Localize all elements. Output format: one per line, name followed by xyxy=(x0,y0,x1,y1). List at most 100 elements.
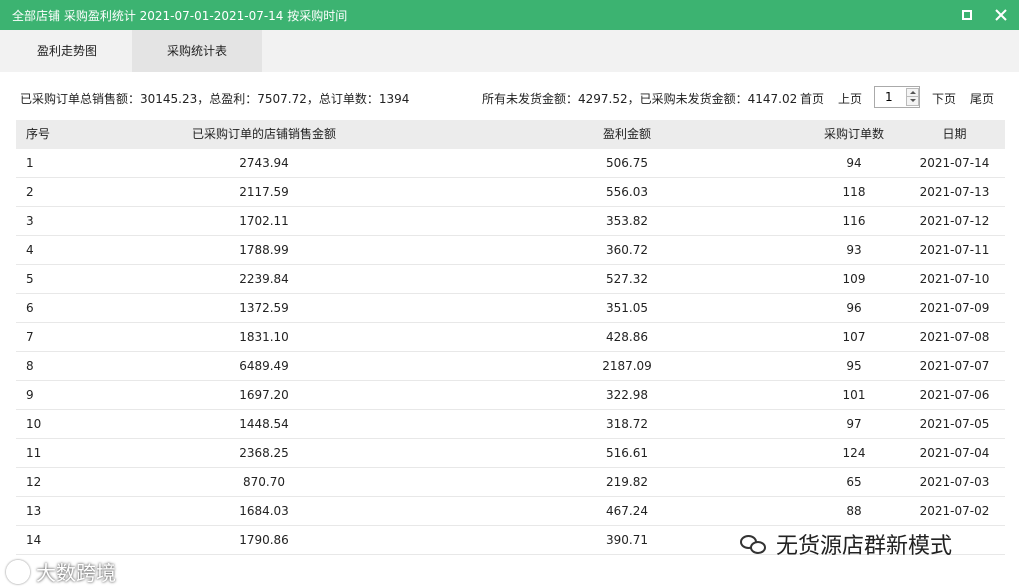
cell-profit: 360.72 xyxy=(606,243,648,257)
cell-index: 9 xyxy=(26,388,34,402)
cell-profit: 322.98 xyxy=(606,388,648,402)
cell-index: 5 xyxy=(26,272,34,286)
watermark-wechat-text: 无货源店群新模式 xyxy=(776,534,953,559)
maximize-button[interactable] xyxy=(957,5,977,25)
tab-profit-trend[interactable]: 盈利走势图 xyxy=(2,30,132,72)
cell-sales: 1702.11 xyxy=(239,214,289,228)
cell-date: 2021-07-14 xyxy=(919,156,990,170)
cell-sales: 870.70 xyxy=(243,475,285,489)
cell-date: 2021-07-07 xyxy=(919,359,990,373)
cell-orders: 95 xyxy=(846,359,862,373)
cell-sales: 2239.84 xyxy=(239,272,289,286)
cell-orders: 101 xyxy=(842,388,866,402)
cell-profit: 556.03 xyxy=(606,185,648,199)
spin-up-icon[interactable] xyxy=(906,88,919,97)
stats-panel: 已采购订单总销售额：30145.23，总盈利：7507.72，总订单数：1394… xyxy=(0,72,1019,587)
cell-sales: 1788.99 xyxy=(239,243,289,257)
cell-profit: 351.05 xyxy=(606,301,648,315)
cell-index: 4 xyxy=(26,243,34,257)
watermark-wechat: 无货源店群新模式 xyxy=(740,528,952,560)
last-page-link[interactable]: 尾页 xyxy=(970,90,994,107)
cell-index: 8 xyxy=(26,359,34,373)
cell-sales: 1372.59 xyxy=(239,301,289,315)
table-row[interactable]: 9 1697.20 322.98 101 2021-07-06 xyxy=(16,381,1005,410)
header-order-count[interactable]: 采购订单数 xyxy=(804,120,904,149)
cell-index: 1 xyxy=(26,156,34,170)
cell-sales: 1790.86 xyxy=(239,533,289,547)
cell-orders: 96 xyxy=(846,301,862,315)
summary-totals: 已采购订单总销售额：30145.23，总盈利：7507.72，总订单数：1394 xyxy=(20,92,410,106)
cell-orders: 94 xyxy=(846,156,862,170)
cell-orders: 88 xyxy=(846,504,862,518)
cell-sales: 2368.25 xyxy=(239,446,289,460)
tab-bar: 盈利走势图 采购统计表 xyxy=(0,30,1019,72)
first-page-link[interactable]: 首页 xyxy=(800,90,824,107)
close-icon xyxy=(995,9,1007,21)
window-titlebar: 全部店铺 采购盈利统计 2021-07-01-2021-07-14 按采购时间 xyxy=(0,0,1019,30)
table-row[interactable]: 13 1684.03 467.24 88 2021-07-02 xyxy=(16,497,1005,526)
cell-sales: 1831.10 xyxy=(239,330,289,344)
cell-sales: 1448.54 xyxy=(239,417,289,431)
table-row[interactable]: 3 1702.11 353.82 116 2021-07-12 xyxy=(16,207,1005,236)
page-spinner xyxy=(906,88,919,106)
cell-orders: 93 xyxy=(846,243,862,257)
header-index[interactable]: 序号 xyxy=(16,120,78,149)
cell-orders: 118 xyxy=(842,185,866,199)
table-row[interactable]: 10 1448.54 318.72 97 2021-07-05 xyxy=(16,410,1005,439)
brand-logo-icon xyxy=(6,559,30,584)
table-row[interactable]: 7 1831.10 428.86 107 2021-07-08 xyxy=(16,323,1005,352)
header-date[interactable]: 日期 xyxy=(904,120,1005,149)
cell-date: 2021-07-06 xyxy=(919,388,990,402)
maximize-icon xyxy=(962,10,972,20)
cell-profit: 318.72 xyxy=(606,417,648,431)
cell-orders: 124 xyxy=(842,446,866,460)
table-row[interactable]: 4 1788.99 360.72 93 2021-07-11 xyxy=(16,236,1005,265)
cell-profit: 219.82 xyxy=(606,475,648,489)
cell-index: 12 xyxy=(26,475,42,489)
cell-orders: 97 xyxy=(846,417,862,431)
watermark-brand-text: 大数跨境 xyxy=(36,561,116,585)
cell-date: 2021-07-04 xyxy=(919,446,990,460)
header-sales-amount[interactable]: 已采购订单的店铺销售金额 xyxy=(78,120,450,149)
cell-sales: 2743.94 xyxy=(239,156,289,170)
cell-sales: 6489.49 xyxy=(239,359,289,373)
header-profit-amount[interactable]: 盈利金额 xyxy=(450,120,804,149)
table-row[interactable]: 5 2239.84 527.32 109 2021-07-10 xyxy=(16,265,1005,294)
tab-purchase-stats[interactable]: 采购统计表 xyxy=(132,30,262,72)
cell-orders: 116 xyxy=(842,214,866,228)
table-row[interactable]: 12 870.70 219.82 65 2021-07-03 xyxy=(16,468,1005,497)
summary-unshipped: 所有未发货金额：4297.52，已采购未发货金额：4147.02 xyxy=(482,92,798,106)
cell-orders: 107 xyxy=(842,330,866,344)
table-row[interactable]: 1 2743.94 506.75 94 2021-07-14 xyxy=(16,149,1005,178)
cell-date: 2021-07-11 xyxy=(919,243,990,257)
cell-date: 2021-07-13 xyxy=(919,185,990,199)
cell-index: 2 xyxy=(26,185,34,199)
cell-index: 10 xyxy=(26,417,42,431)
cell-sales: 1684.03 xyxy=(239,504,289,518)
table-row[interactable]: 2 2117.59 556.03 118 2021-07-13 xyxy=(16,178,1005,207)
cell-profit: 2187.09 xyxy=(602,359,652,373)
watermark-brand: 大数跨境 xyxy=(6,557,116,586)
table-row[interactable]: 8 6489.49 2187.09 95 2021-07-07 xyxy=(16,352,1005,381)
prev-page-link[interactable]: 上页 xyxy=(838,90,862,107)
table-row[interactable]: 6 1372.59 351.05 96 2021-07-09 xyxy=(16,294,1005,323)
page-number-input[interactable] xyxy=(875,87,905,107)
cell-orders: 65 xyxy=(846,475,862,489)
cell-profit: 428.86 xyxy=(606,330,648,344)
wechat-icon xyxy=(740,533,768,555)
cell-date: 2021-07-10 xyxy=(919,272,990,286)
cell-date: 2021-07-09 xyxy=(919,301,990,315)
spin-down-icon[interactable] xyxy=(906,97,919,106)
cell-date: 2021-07-12 xyxy=(919,214,990,228)
cell-index: 3 xyxy=(26,214,34,228)
cell-orders: 109 xyxy=(842,272,866,286)
table-row[interactable]: 11 2368.25 516.61 124 2021-07-04 xyxy=(16,439,1005,468)
next-page-link[interactable]: 下页 xyxy=(932,90,956,107)
cell-date: 2021-07-02 xyxy=(919,504,990,518)
cell-date: 2021-07-03 xyxy=(919,475,990,489)
stats-table: 序号 已采购订单的店铺销售金额 盈利金额 采购订单数 日期 1 2743.94 … xyxy=(16,120,1005,555)
cell-sales: 1697.20 xyxy=(239,388,289,402)
cell-index: 11 xyxy=(26,446,42,460)
close-button[interactable] xyxy=(991,5,1011,25)
cell-index: 13 xyxy=(26,504,42,518)
